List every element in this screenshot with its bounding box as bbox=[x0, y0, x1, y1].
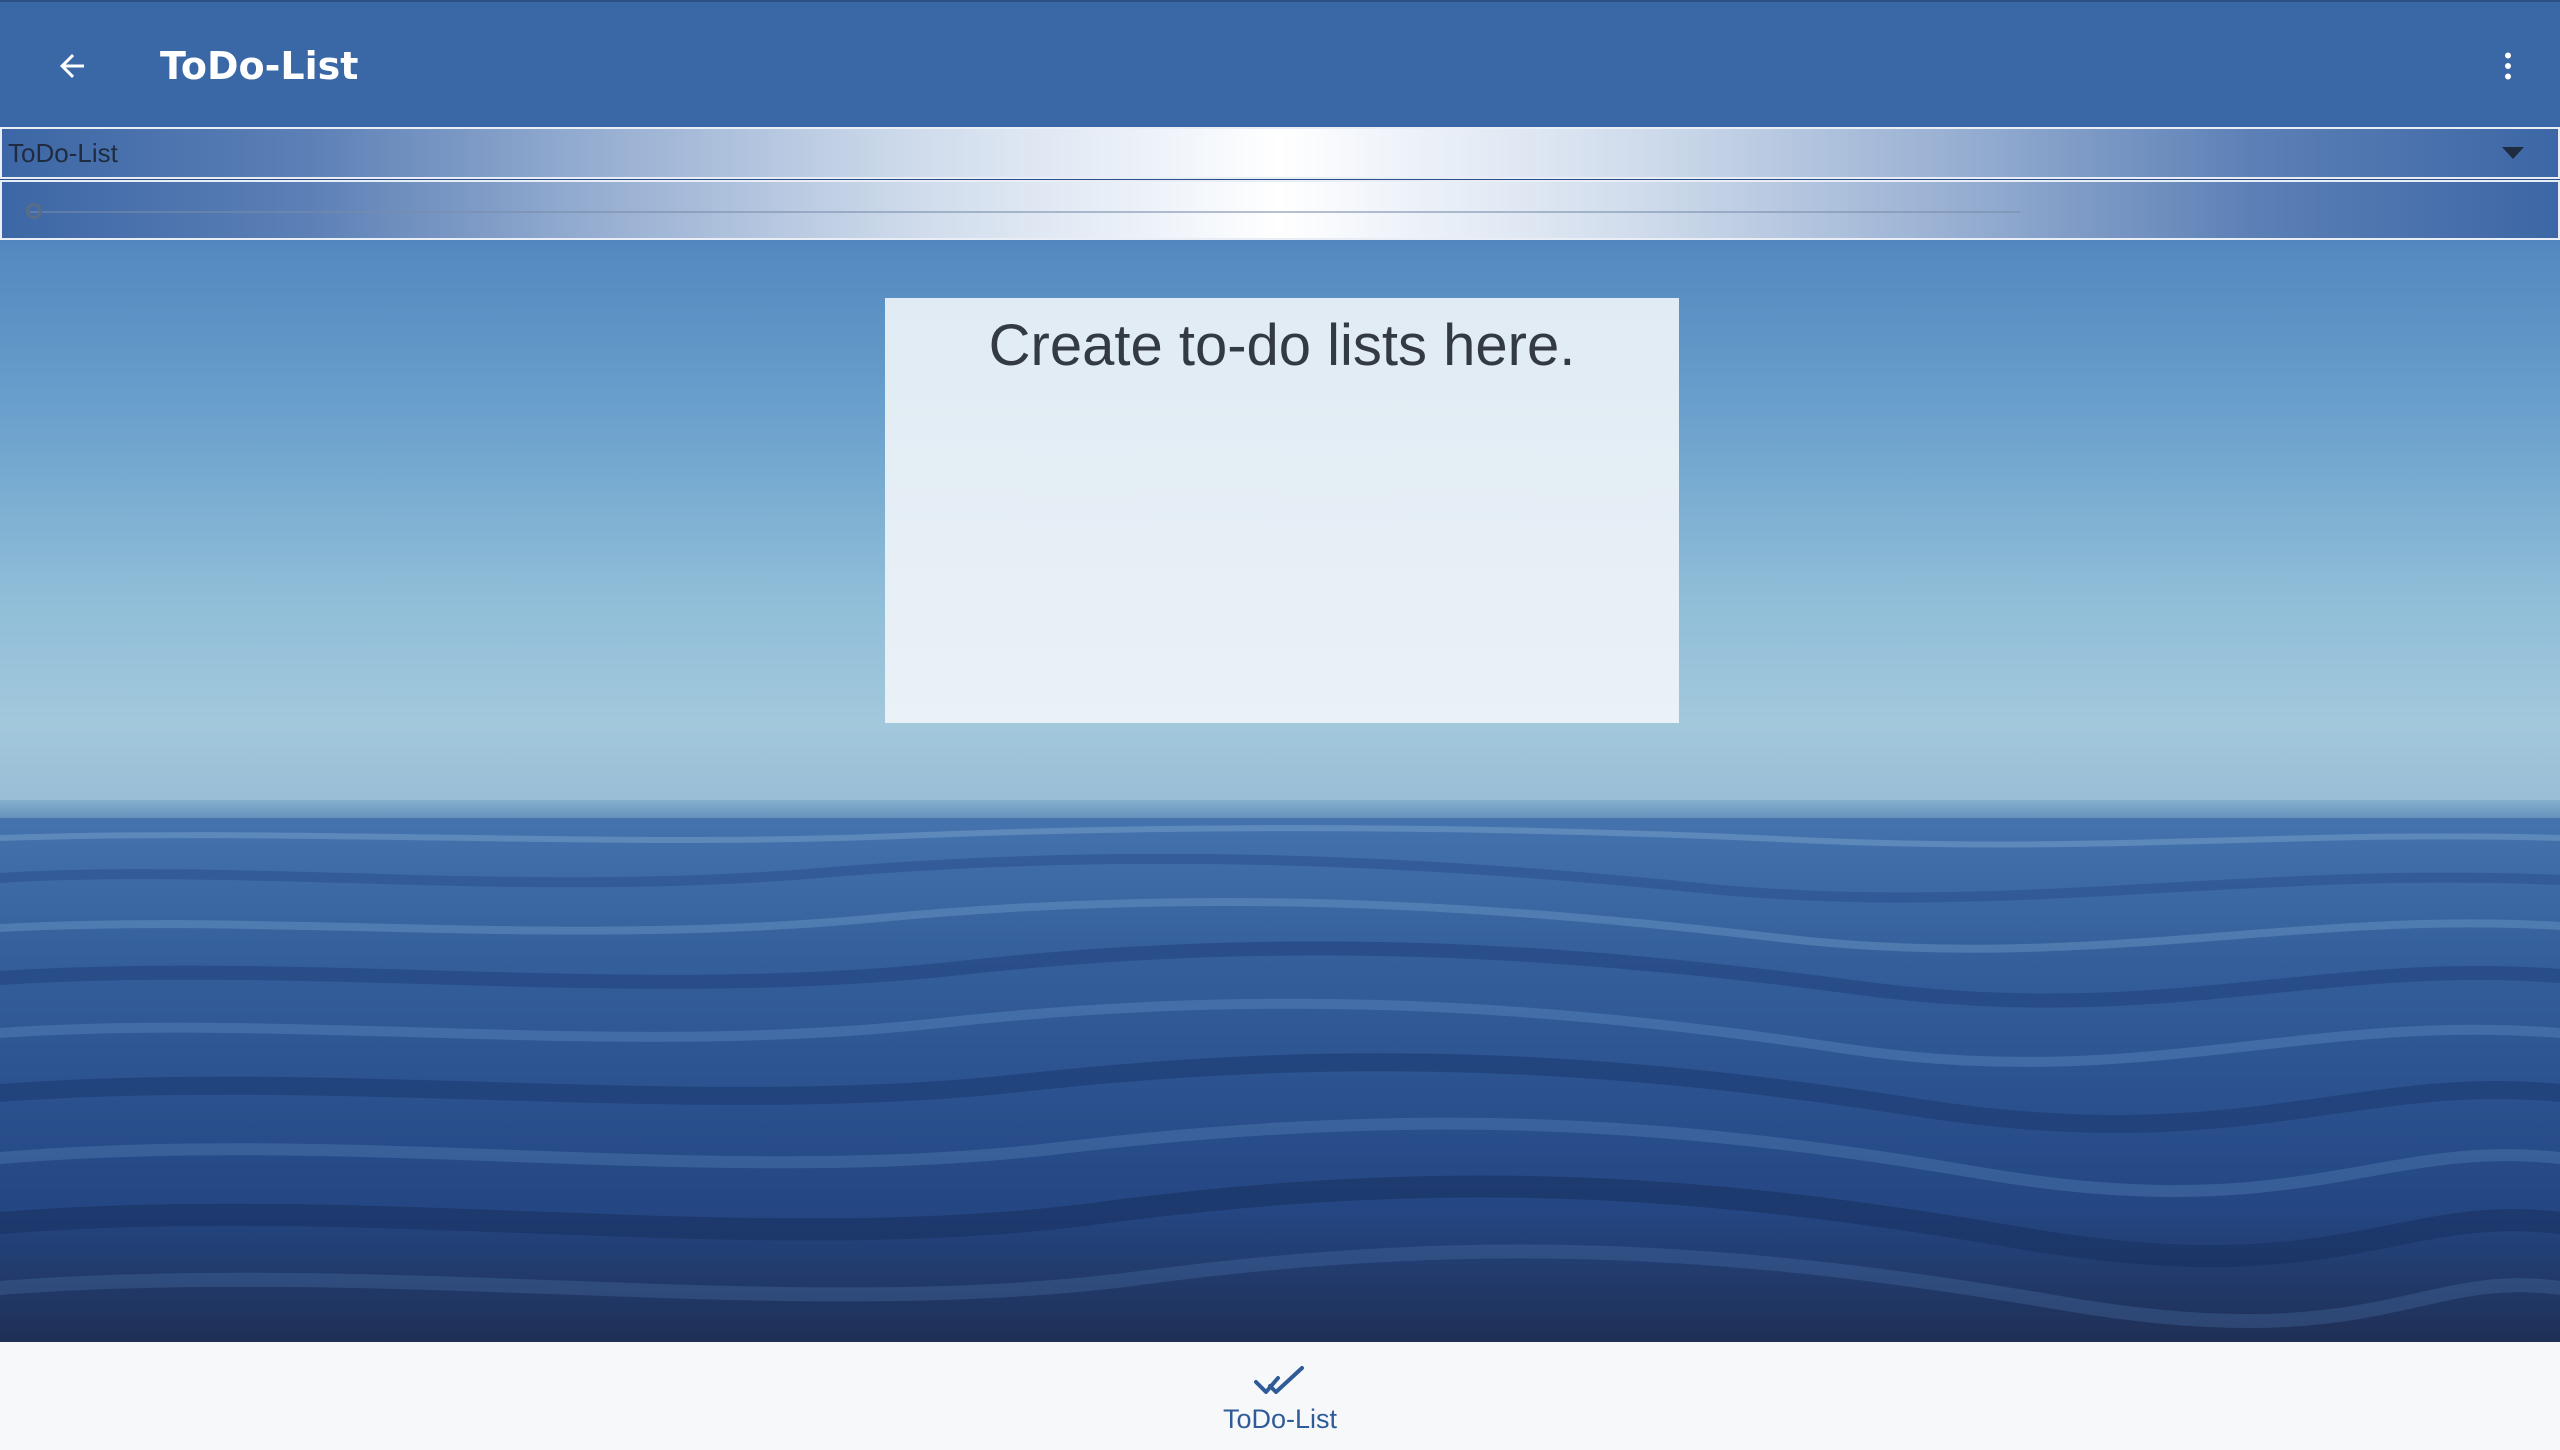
arrow-left-icon bbox=[60, 54, 84, 78]
slider-track[interactable] bbox=[30, 211, 2020, 213]
page-title: ToDo-List bbox=[160, 44, 359, 88]
wave-texture bbox=[0, 825, 2560, 1329]
caret-down-icon bbox=[2502, 147, 2524, 159]
nav-item-todo-list[interactable]: ToDo-List bbox=[1180, 1352, 1380, 1444]
app-bar: ToDo-List bbox=[0, 0, 2560, 127]
empty-state-card: Create to-do lists here. bbox=[885, 298, 1679, 723]
dropdown-toggle[interactable] bbox=[2500, 143, 2526, 163]
bottom-navigation: ToDo-List bbox=[0, 1342, 2560, 1450]
list-selector-value: ToDo-List bbox=[8, 138, 118, 168]
slider-thumb[interactable] bbox=[26, 203, 42, 219]
more-vert-icon bbox=[2505, 52, 2511, 80]
list-selector[interactable]: ToDo-List bbox=[0, 127, 2560, 179]
nav-item-label: ToDo-List bbox=[1222, 1404, 1338, 1434]
double-check-icon bbox=[1254, 1366, 1304, 1394]
slider-row bbox=[0, 180, 2560, 240]
empty-state-message: Create to-do lists here. bbox=[988, 313, 1576, 378]
back-button[interactable] bbox=[44, 38, 100, 94]
more-options-button[interactable] bbox=[2480, 38, 2536, 94]
